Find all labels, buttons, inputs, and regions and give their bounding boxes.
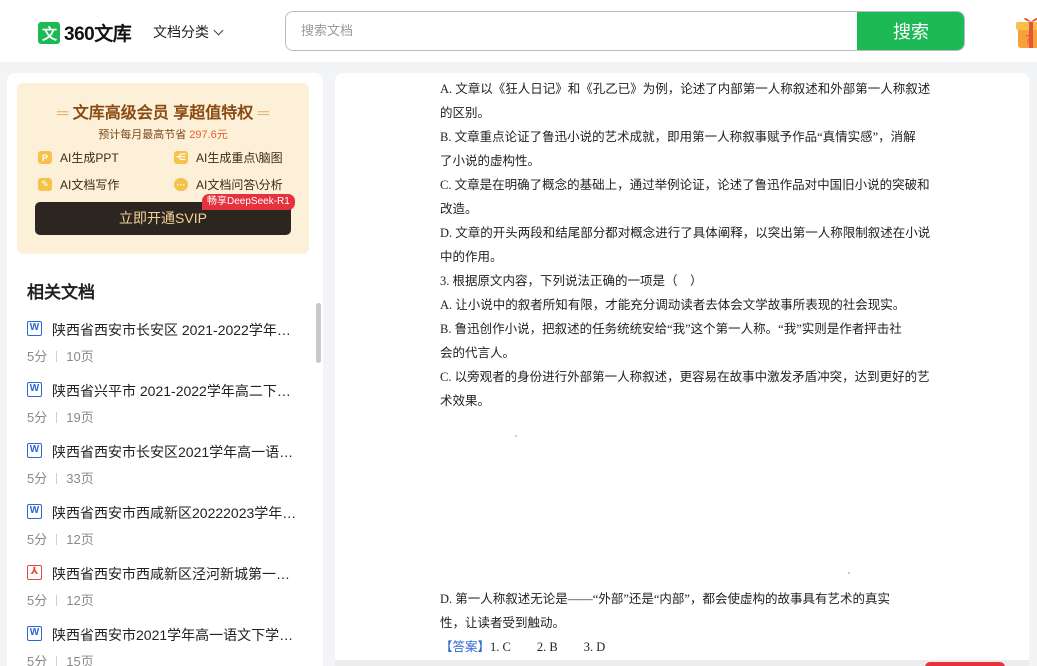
feature-ppt: P AI生成PPT	[38, 149, 119, 166]
document-page-text-lower: D. 第一人称叙述无论是——“外部”还是“内部”，都会使虚构的故事具有艺术的真实…	[440, 589, 925, 661]
vip-subtitle: 预计每月最高节省 297.6元	[98, 129, 228, 141]
doc-meta: 5分 10页	[27, 349, 94, 364]
answer-line: 【答案】1. C 2. B 3. D	[440, 640, 606, 654]
decor-right-icon: ═	[253, 105, 269, 122]
search-input[interactable]	[286, 12, 858, 49]
doc-meta: 5分 15页	[27, 654, 94, 666]
vip-title: ═ 文库高级会员 享超值特权 ═	[56, 105, 269, 122]
writing-icon: ✎	[38, 178, 52, 191]
vip-promo-card[interactable]: ═ 文库高级会员 享超值特权 ═ 预计每月最高节省 297.6元 P AI生成PP…	[17, 83, 309, 254]
doc-line: B. 文章重点论证了鲁迅小说的艺术成就，即用第一人称叙事赋予作品“真情实感”，消…	[440, 130, 916, 144]
doc-line: A. 文章以《狂人日记》和《孔乙已》为例，论述了内部第一人称叙述和外部第一人称叙…	[440, 82, 931, 96]
doc-line: 了小说的虚构性。	[440, 154, 541, 168]
mindmap-icon: ⋲	[174, 151, 188, 164]
sidebar-scrollbar[interactable]	[316, 303, 321, 363]
doc-line: 性，让读者受到触动。	[440, 616, 566, 630]
savings-amount: 297.6元	[189, 129, 228, 141]
doc-line: 改造。	[440, 202, 478, 216]
doc-line: 会的代言人。	[440, 346, 516, 360]
speck	[848, 572, 850, 574]
sidebar: ═ 文库高级会员 享超值特权 ═ 预计每月最高节省 297.6元 P AI生成PP…	[7, 73, 323, 666]
doc-title[interactable]: 陕西省兴平市 2021-2022学年高二下学期期末语文试题	[52, 381, 297, 401]
logo-text: 360文库	[64, 24, 132, 45]
feature-qa: ··· AI文档问答\分析	[174, 176, 283, 193]
list-item[interactable]: W 陕西省西安市长安区2021学年高一语文下学期期末试题 5分33页	[27, 439, 299, 500]
category-dropdown[interactable]: 文档分类	[153, 22, 224, 42]
list-item[interactable]: W 陕西省西安市2021学年高一语文下学期期末试题 5分15页	[27, 622, 299, 666]
word-doc-icon: W	[27, 443, 42, 458]
doc-line: 术效果。	[440, 394, 491, 408]
doc-meta: 5分 12页	[27, 593, 94, 608]
doc-line: 的区别。	[440, 106, 491, 120]
doc-title[interactable]: 陕西省西安市2021学年高一语文下学期期末试题	[52, 625, 297, 645]
doc-line: 中的作用。	[440, 250, 503, 264]
doc-line: 3. 根据原文内容，下列说法正确的一项是（ ）	[440, 274, 703, 288]
search-bar: 搜索	[285, 11, 965, 51]
doc-meta: 5分 33页	[27, 471, 94, 486]
category-label: 文档分类	[153, 24, 209, 40]
related-docs-title: 相关文档	[27, 283, 95, 302]
list-item[interactable]: ⅄ 陕西省西安市西咸新区泾河新城第一中学语文试题 5分12页	[27, 561, 299, 622]
word-doc-icon: W	[27, 382, 42, 397]
document-viewer: A. 文章以《狂人日记》和《孔乙已》为例，论述了内部第一人称叙述和外部第一人称叙…	[335, 73, 1029, 666]
answer-label: 【答案】	[440, 640, 491, 654]
top-header: 文 360文库 文档分类 搜索 ?	[0, 0, 1037, 62]
doc-line: C. 文章是在明确了概念的基础上，通过举例论证，论述了鲁迅作品对中国旧小说的突破…	[440, 178, 930, 192]
word-doc-icon: W	[27, 504, 42, 519]
site-logo[interactable]: 文 360文库	[38, 19, 132, 46]
doc-meta: 5分 19页	[27, 410, 94, 425]
gift-icon[interactable]: ?	[1016, 14, 1037, 50]
doc-meta: 5分 12页	[27, 532, 94, 547]
doc-line: A. 让小说中的叙者所知有限，才能充分调动读者去体会文学故事所表现的社会现实。	[440, 298, 906, 312]
related-docs-list: W 陕西省西安市长安区 2021-2022学年高二下学期期末语文试题 5分10页…	[27, 317, 299, 666]
word-doc-icon: W	[27, 626, 42, 641]
deepseek-badge: 畅享DeepSeek-R1	[202, 194, 295, 210]
document-page-text: A. 文章以《狂人日记》和《孔乙已》为例，论述了内部第一人称叙述和外部第一人称叙…	[440, 79, 931, 415]
list-item[interactable]: W 陕西省西安市长安区 2021-2022学年高二下学期期末语文试题 5分10页	[27, 317, 299, 378]
doc-line: C. 以旁观者的身份进行外部第一人称叙述，更容易在故事中激发矛盾冲突，达到更好的…	[440, 370, 930, 384]
list-item[interactable]: W 陕西省西安市西咸新区20222023学年高一语文试题 5分12页	[27, 500, 299, 561]
doc-title[interactable]: 陕西省西安市长安区2021学年高一语文下学期期末试题	[52, 442, 297, 462]
pdf-doc-icon: ⅄	[27, 565, 42, 580]
decor-left-icon: ═	[56, 105, 73, 122]
doc-title[interactable]: 陕西省西安市西咸新区20222023学年高一语文试题	[52, 503, 297, 523]
doc-line: D. 文章的开头两段和结尾部分都对概念进行了具体阐释，以突出第一人称限制叙述在小…	[440, 226, 931, 240]
feature-mindmap: ⋲ AI生成重点\脑图	[174, 151, 283, 165]
list-item[interactable]: W 陕西省兴平市 2021-2022学年高二下学期期末语文试题 5分19页	[27, 378, 299, 439]
doc-title[interactable]: 陕西省西安市长安区 2021-2022学年高二下学期期末语文试题	[52, 320, 297, 340]
chevron-down-icon	[213, 25, 224, 35]
doc-line: B. 鲁迅创作小说，把叙述的任务统统安给“我”这个第一人称。“我”实则是作者抨击…	[440, 322, 902, 336]
logo-mark: 文	[38, 21, 60, 44]
svg-text:?: ?	[1025, 33, 1031, 47]
qa-icon: ···	[174, 178, 188, 191]
feature-writing: ✎ AI文档写作	[38, 176, 119, 193]
speck	[515, 435, 517, 437]
ppt-icon: P	[38, 151, 52, 164]
word-doc-icon: W	[27, 321, 42, 336]
doc-line: D. 第一人称叙述无论是——“外部”还是“内部”，都会使虚构的故事具有艺术的真实	[440, 592, 890, 606]
search-button[interactable]: 搜索	[857, 12, 964, 50]
action-pill-button[interactable]	[925, 662, 1005, 666]
doc-title[interactable]: 陕西省西安市西咸新区泾河新城第一中学语文试题	[52, 564, 297, 584]
